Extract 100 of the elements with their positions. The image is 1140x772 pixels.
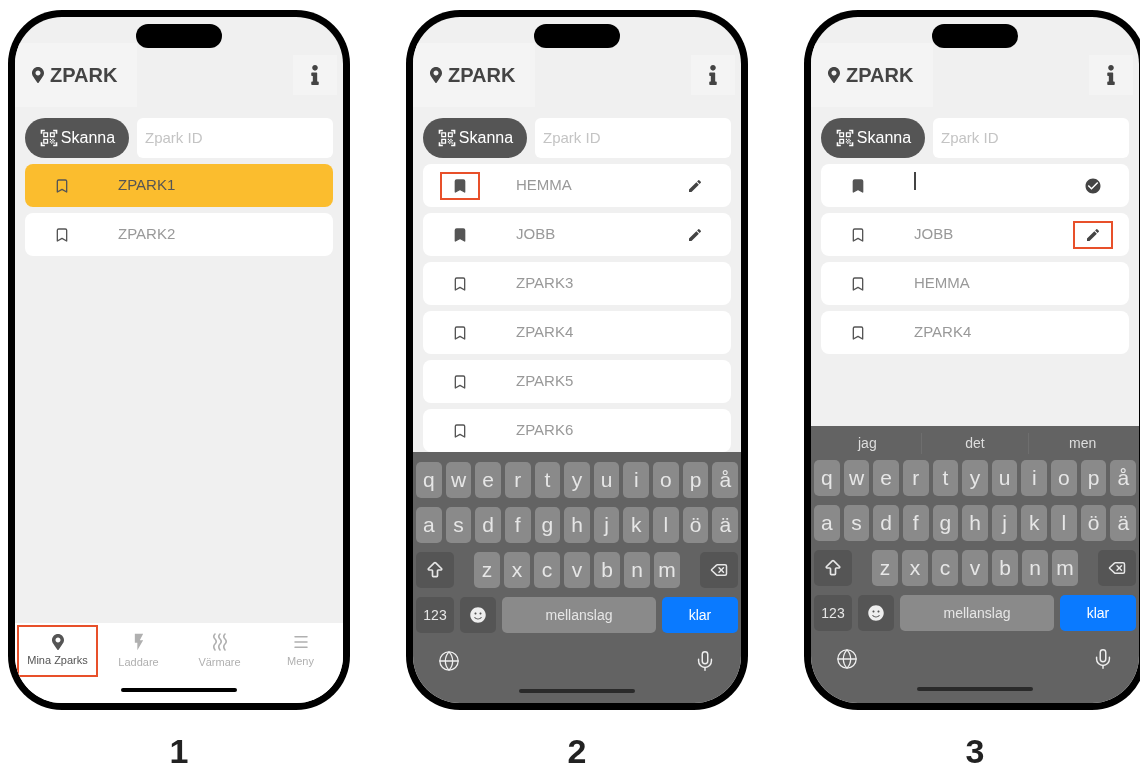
keyboard-key[interactable]: c bbox=[534, 552, 560, 588]
bookmark-icon[interactable] bbox=[452, 275, 468, 292]
keyboard-key[interactable]: w bbox=[843, 460, 870, 496]
keyboard-key[interactable]: ö bbox=[682, 507, 709, 543]
scan-button[interactable]: Skanna bbox=[25, 118, 129, 158]
keyboard-key[interactable]: p bbox=[682, 462, 709, 498]
id-input-field[interactable]: Zpark ID bbox=[933, 118, 1129, 158]
bookmark-icon[interactable] bbox=[54, 177, 70, 194]
list-row[interactable]: ZPARK4 bbox=[423, 311, 731, 354]
list-row[interactable] bbox=[821, 164, 1129, 207]
word-suggestion[interactable]: det bbox=[920, 432, 1029, 454]
keyboard-key[interactable]: o bbox=[653, 462, 679, 498]
id-input-field[interactable]: Zpark ID bbox=[535, 118, 731, 158]
backspace-key[interactable] bbox=[1098, 550, 1136, 586]
keyboard-key[interactable]: i bbox=[623, 462, 650, 498]
keyboard-key[interactable]: u bbox=[991, 460, 1018, 496]
keyboard-key[interactable]: g bbox=[534, 507, 561, 543]
bookmark-icon[interactable] bbox=[452, 324, 468, 341]
bookmark-icon[interactable] bbox=[452, 373, 468, 390]
list-row[interactable]: ZPARK3 bbox=[423, 262, 731, 305]
pencil-icon[interactable] bbox=[687, 226, 703, 243]
keyboard-key[interactable]: f bbox=[902, 505, 929, 541]
shift-key[interactable] bbox=[814, 550, 852, 586]
keyboard-key[interactable]: c bbox=[932, 550, 958, 586]
keyboard-key[interactable]: q bbox=[814, 460, 840, 496]
emoji-key[interactable] bbox=[858, 595, 894, 631]
list-row[interactable]: JOBB bbox=[821, 213, 1129, 256]
keyboard-key[interactable]: d bbox=[475, 507, 501, 543]
done-key[interactable]: klar bbox=[1060, 595, 1136, 631]
list-row[interactable]: ZPARK6 bbox=[423, 409, 731, 452]
keyboard-key[interactable]: u bbox=[593, 462, 620, 498]
tab[interactable]: Värmare bbox=[179, 625, 260, 677]
tab[interactable]: Laddare bbox=[98, 625, 179, 677]
keyboard-key[interactable]: a bbox=[416, 507, 442, 543]
numbers-key[interactable]: 123 bbox=[416, 597, 454, 633]
emoji-key[interactable] bbox=[460, 597, 496, 633]
keyboard-key[interactable]: h bbox=[962, 505, 988, 541]
keyboard-key[interactable]: s bbox=[445, 507, 472, 543]
bookmark-icon[interactable] bbox=[452, 177, 468, 194]
bookmark-icon[interactable] bbox=[54, 226, 70, 243]
keyboard-key[interactable]: x bbox=[902, 550, 928, 586]
bookmark-icon[interactable] bbox=[850, 324, 866, 341]
pencil-icon[interactable] bbox=[1085, 226, 1101, 243]
keyboard-key[interactable]: k bbox=[1021, 505, 1048, 541]
list-row[interactable]: HEMMA bbox=[423, 164, 731, 207]
keyboard-key[interactable]: g bbox=[932, 505, 959, 541]
tab[interactable]: Mina Zparks bbox=[17, 625, 98, 677]
list-row[interactable]: ZPARK1 bbox=[25, 164, 333, 207]
keyboard-key[interactable]: t bbox=[534, 462, 561, 498]
keyboard-key[interactable]: p bbox=[1080, 460, 1107, 496]
keyboard-key[interactable]: e bbox=[873, 460, 899, 496]
shift-key[interactable] bbox=[416, 552, 454, 588]
bookmark-icon[interactable] bbox=[452, 226, 468, 243]
keyboard-key[interactable]: y bbox=[564, 462, 590, 498]
keyboard-key[interactable]: ä bbox=[1110, 505, 1137, 541]
keyboard-key[interactable]: s bbox=[843, 505, 870, 541]
keyboard-key[interactable]: j bbox=[593, 507, 620, 543]
scan-button[interactable]: Skanna bbox=[821, 118, 925, 158]
info-button[interactable] bbox=[293, 55, 337, 95]
keyboard-key[interactable]: q bbox=[416, 462, 442, 498]
keyboard-key[interactable]: l bbox=[1051, 505, 1077, 541]
space-key[interactable]: mellanslag bbox=[502, 597, 656, 633]
bookmark-icon[interactable] bbox=[850, 226, 866, 243]
scan-button[interactable]: Skanna bbox=[423, 118, 527, 158]
done-key[interactable]: klar bbox=[662, 597, 738, 633]
keyboard-key[interactable]: x bbox=[504, 552, 530, 588]
globe-icon[interactable] bbox=[836, 648, 858, 670]
keyboard-key[interactable]: e bbox=[475, 462, 501, 498]
id-input-field[interactable]: Zpark ID bbox=[137, 118, 333, 158]
keyboard-key[interactable]: b bbox=[992, 550, 1018, 586]
keyboard-key[interactable]: o bbox=[1051, 460, 1077, 496]
pencil-icon[interactable] bbox=[687, 177, 703, 194]
keyboard-key[interactable]: a bbox=[814, 505, 840, 541]
info-button[interactable] bbox=[691, 55, 735, 95]
keyboard-key[interactable]: å bbox=[712, 462, 739, 498]
keyboard-key[interactable]: b bbox=[594, 552, 620, 588]
list-row[interactable]: ZPARK5 bbox=[423, 360, 731, 403]
list-row[interactable]: JOBB bbox=[423, 213, 731, 256]
keyboard-key[interactable]: r bbox=[902, 460, 929, 496]
keyboard-key[interactable]: n bbox=[624, 552, 650, 588]
list-row[interactable]: HEMMA bbox=[821, 262, 1129, 305]
word-suggestion[interactable]: jag bbox=[814, 432, 921, 454]
keyboard-key[interactable]: v bbox=[564, 552, 590, 588]
bookmark-icon[interactable] bbox=[850, 177, 866, 194]
word-suggestion[interactable]: men bbox=[1028, 432, 1136, 454]
keyboard-key[interactable]: v bbox=[962, 550, 988, 586]
keyboard-key[interactable]: k bbox=[623, 507, 650, 543]
numbers-key[interactable]: 123 bbox=[814, 595, 852, 631]
backspace-key[interactable] bbox=[700, 552, 738, 588]
keyboard-key[interactable]: r bbox=[504, 462, 531, 498]
keyboard-key[interactable]: h bbox=[564, 507, 590, 543]
keyboard-key[interactable]: z bbox=[872, 550, 898, 586]
list-row[interactable]: ZPARK2 bbox=[25, 213, 333, 256]
keyboard-key[interactable]: l bbox=[653, 507, 679, 543]
keyboard-key[interactable]: z bbox=[474, 552, 500, 588]
info-button[interactable] bbox=[1089, 55, 1133, 95]
keyboard-key[interactable]: ö bbox=[1080, 505, 1107, 541]
keyboard-key[interactable]: å bbox=[1110, 460, 1137, 496]
keyboard-key[interactable]: d bbox=[873, 505, 899, 541]
keyboard-key[interactable]: w bbox=[445, 462, 472, 498]
